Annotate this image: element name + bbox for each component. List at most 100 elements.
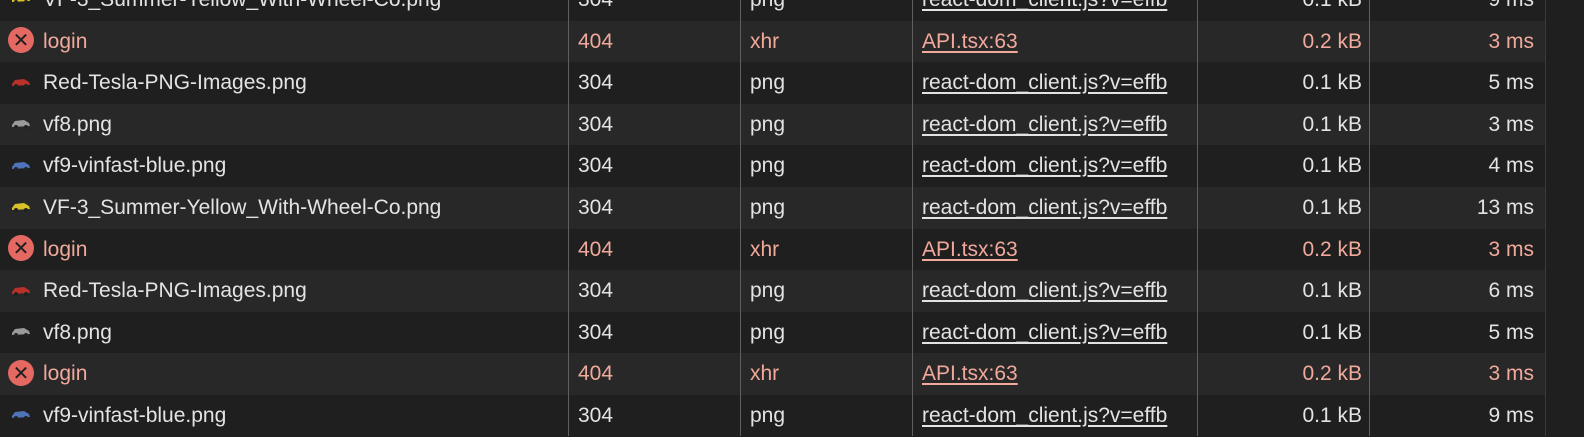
time-cell: 3 ms: [1488, 362, 1534, 386]
request-name: vf8.png: [43, 112, 112, 136]
size-cell: 0.1 kB: [1302, 112, 1362, 136]
initiator-cell: react-dom_client.js?v=effb: [922, 187, 1198, 229]
vertical-scrollbar[interactable]: [1545, 0, 1584, 436]
type-cell: xhr: [750, 362, 780, 386]
status-cell: 404: [578, 29, 614, 53]
initiator-cell: react-dom_client.js?v=effb: [922, 312, 1198, 354]
initiator-cell: react-dom_client.js?v=effb: [922, 145, 1198, 187]
gray-car-thumbnail-icon: [8, 318, 34, 344]
error-icon: ✕: [8, 359, 34, 386]
initiator-link[interactable]: react-dom_client.js?v=effb: [922, 0, 1167, 11]
initiator-cell: API.tsx:63: [922, 353, 1198, 395]
column-divider-size-time[interactable]: [1369, 0, 1370, 436]
size-cell: 0.1 kB: [1302, 279, 1362, 303]
initiator-link[interactable]: react-dom_client.js?v=effb: [922, 71, 1167, 94]
name-cell[interactable]: vf8.png: [8, 104, 564, 146]
size-cell: 0.1 kB: [1302, 71, 1362, 95]
type-cell: png: [750, 320, 786, 344]
size-cell: 0.1 kB: [1205, 0, 1362, 21]
red-car-thumbnail-icon: [8, 277, 34, 303]
name-cell[interactable]: vf8.png: [8, 312, 564, 354]
table-row[interactable]: Red-Tesla-PNG-Images.png 304 png react-dom_…: [0, 62, 1546, 104]
initiator-link[interactable]: react-dom_client.js?v=effb: [922, 404, 1167, 427]
size-cell: 0.1 kB: [1302, 195, 1362, 219]
initiator-link[interactable]: react-dom_client.js?v=effb: [922, 113, 1167, 136]
red-car-thumbnail-icon: [8, 69, 34, 95]
request-name: VF-3_Summer-Yellow_With-Wheel-Co.png: [43, 195, 442, 219]
request-name: login: [43, 237, 88, 261]
type-cell: png: [750, 195, 786, 219]
yellow-car-thumbnail-icon: [8, 0, 34, 11]
size-cell: 0.1 kB: [1302, 320, 1362, 344]
initiator-cell: react-dom_client.js?v=effb: [922, 104, 1198, 146]
status-cell: 304: [578, 112, 614, 136]
error-icon: ✕: [8, 235, 34, 262]
status-cell: 304: [578, 279, 614, 303]
column-divider-type-initiator[interactable]: [912, 0, 913, 436]
time-cell: 3 ms: [1488, 112, 1534, 136]
type-cell: png: [750, 71, 786, 95]
table-row[interactable]: vf9-vinfast-blue.png 304 png react-dom_clie…: [0, 145, 1546, 187]
table-row[interactable]: vf8.png 304 png react-dom_client.js?v=effb 0…: [0, 311, 1546, 354]
initiator-cell: react-dom_client.js?v=effb: [922, 270, 1198, 312]
status-cell: 304: [578, 0, 728, 21]
table-row[interactable]: ✕ login 404 xhr API.tsx:63 0.2 kB 3 ms: [0, 353, 1546, 395]
type-cell: xhr: [750, 29, 780, 53]
name-cell[interactable]: vf9-vinfast-blue.png: [8, 145, 564, 187]
size-cell: 0.1 kB: [1302, 154, 1362, 178]
size-cell: 0.1 kB: [1302, 403, 1362, 427]
table-row[interactable]: vf9-vinfast-blue.png 304 png react-dom_clie…: [0, 394, 1546, 437]
status-cell: 304: [578, 403, 614, 427]
table-row[interactable]: VF-3_Summer-Yellow_With-Wheel-Co.png 304 p…: [0, 186, 1546, 229]
name-cell[interactable]: Red-Tesla-PNG-Images.png: [8, 270, 564, 312]
table-row[interactable]: Red-Tesla-PNG-Images.png 304 png react-dom_…: [0, 270, 1546, 312]
size-cell: 0.2 kB: [1302, 237, 1362, 261]
initiator-link[interactable]: react-dom_client.js?v=effb: [922, 154, 1167, 177]
column-divider-initiator-size[interactable]: [1197, 0, 1198, 436]
size-cell: 0.2 kB: [1302, 362, 1362, 386]
status-cell: 404: [578, 362, 614, 386]
time-cell: 13 ms: [1476, 195, 1534, 219]
name-cell[interactable]: Red-Tesla-PNG-Images.png: [8, 62, 564, 104]
initiator-cell: API.tsx:63: [922, 21, 1198, 63]
column-divider-status-type[interactable]: [740, 0, 741, 436]
status-cell: 304: [578, 71, 614, 95]
initiator-cell: API.tsx:63: [922, 229, 1198, 271]
name-cell[interactable]: ✕ login: [8, 353, 564, 395]
initiator-link[interactable]: react-dom_client.js?v=effb: [922, 196, 1167, 219]
name-cell[interactable]: ✕ login: [8, 21, 564, 63]
status-cell: 404: [578, 237, 614, 261]
initiator-link[interactable]: API.tsx:63: [922, 238, 1018, 261]
time-cell: 3 ms: [1488, 29, 1534, 53]
status-cell: 304: [578, 154, 614, 178]
table-row[interactable]: ✕ login 404 xhr API.tsx:63 0.2 kB 3 ms: [0, 20, 1546, 63]
request-name: vf9-vinfast-blue.png: [43, 154, 227, 178]
time-cell: 5 ms: [1488, 71, 1534, 95]
status-cell: 304: [578, 320, 614, 344]
type-cell: png: [750, 403, 786, 427]
name-cell[interactable]: VF-3_Summer-Yellow_With-Wheel-Co.png: [8, 0, 564, 21]
size-cell: 0.2 kB: [1302, 29, 1362, 53]
request-name: VF-3_Summer-Yellow_With-Wheel-Co.png: [43, 0, 441, 11]
request-name: vf8.png: [43, 320, 112, 344]
initiator-link[interactable]: API.tsx:63: [922, 362, 1018, 385]
type-cell: xhr: [750, 237, 780, 261]
gray-car-thumbnail-icon: [8, 110, 34, 136]
initiator-cell: react-dom_client.js?v=effb: [922, 0, 1198, 21]
table-row[interactable]: VF-3_Summer-Yellow_With-Wheel-Co.png 304 p…: [0, 0, 1546, 21]
name-cell[interactable]: VF-3_Summer-Yellow_With-Wheel-Co.png: [8, 187, 564, 229]
initiator-link[interactable]: API.tsx:63: [922, 30, 1018, 53]
name-cell[interactable]: vf9-vinfast-blue.png: [8, 395, 564, 437]
column-divider-name-status[interactable]: [568, 0, 569, 436]
table-row[interactable]: vf8.png 304 png react-dom_client.js?v=effb 0…: [0, 103, 1546, 146]
initiator-cell: react-dom_client.js?v=effb: [922, 62, 1198, 104]
time-cell: 9 ms: [1370, 0, 1534, 21]
request-name: Red-Tesla-PNG-Images.png: [43, 71, 307, 95]
type-cell: png: [750, 0, 900, 21]
table-row[interactable]: ✕ login 404 xhr API.tsx:63 0.2 kB 3 ms: [0, 228, 1546, 271]
initiator-link[interactable]: react-dom_client.js?v=effb: [922, 279, 1167, 302]
blue-car-thumbnail-icon: [8, 401, 34, 427]
time-cell: 3 ms: [1488, 237, 1534, 261]
name-cell[interactable]: ✕ login: [8, 229, 564, 271]
initiator-link[interactable]: react-dom_client.js?v=effb: [922, 321, 1167, 344]
